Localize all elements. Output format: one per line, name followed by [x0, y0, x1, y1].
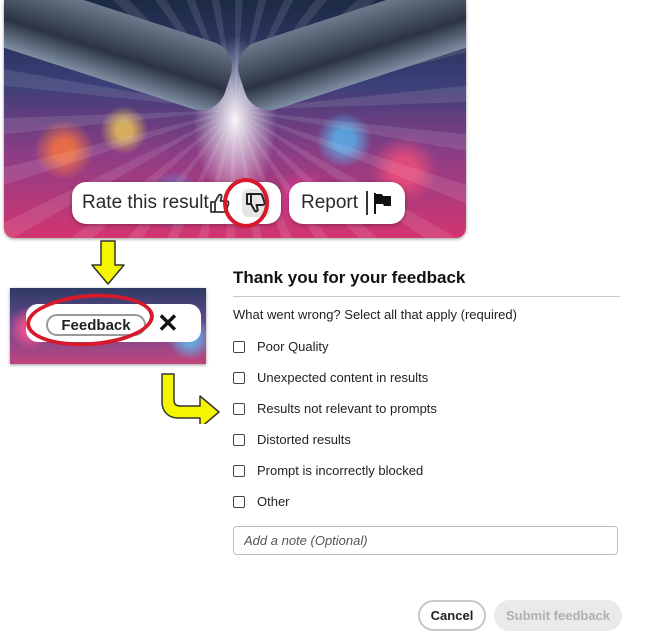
arrow-down-icon	[91, 240, 125, 285]
report-label: Report	[301, 192, 359, 213]
option-label: Unexpected content in results	[257, 370, 429, 385]
option-label: Prompt is incorrectly blocked	[257, 463, 424, 478]
checkbox[interactable]	[233, 371, 245, 384]
feedback-strip-image: Feedback ✕	[10, 288, 206, 364]
flag-icon	[371, 191, 395, 220]
checkbox[interactable]	[233, 340, 245, 353]
option-label: Poor Quality	[257, 339, 329, 354]
checkbox[interactable]	[233, 433, 245, 446]
report-button[interactable]: Report	[289, 182, 405, 224]
divider	[233, 296, 620, 297]
cancel-button[interactable]: Cancel	[418, 600, 486, 631]
divider	[366, 191, 368, 215]
close-icon[interactable]: ✕	[157, 310, 179, 336]
checkbox[interactable]	[233, 464, 245, 477]
option-label: Other	[257, 494, 290, 509]
rate-result-label: Rate this result	[82, 192, 209, 213]
feedback-question: What went wrong? Select all that apply (…	[233, 307, 517, 322]
feedback-panel-title: Thank you for your feedback	[233, 268, 466, 287]
arrow-curved-right-icon	[161, 373, 220, 424]
option-other[interactable]: Other	[233, 494, 290, 509]
option-label: Results not relevant to prompts	[257, 401, 437, 416]
option-prompt-blocked[interactable]: Prompt is incorrectly blocked	[233, 463, 423, 478]
highlight-circle-thumbs-down	[223, 178, 269, 228]
option-not-relevant[interactable]: Results not relevant to prompts	[233, 401, 437, 416]
checkbox[interactable]	[233, 495, 245, 508]
option-poor-quality[interactable]: Poor Quality	[233, 339, 329, 354]
option-label: Distorted results	[257, 432, 351, 447]
checkbox[interactable]	[233, 402, 245, 415]
option-unexpected-content[interactable]: Unexpected content in results	[233, 370, 428, 385]
submit-feedback-button[interactable]: Submit feedback	[494, 600, 622, 631]
note-input[interactable]	[233, 526, 618, 555]
option-distorted-results[interactable]: Distorted results	[233, 432, 351, 447]
